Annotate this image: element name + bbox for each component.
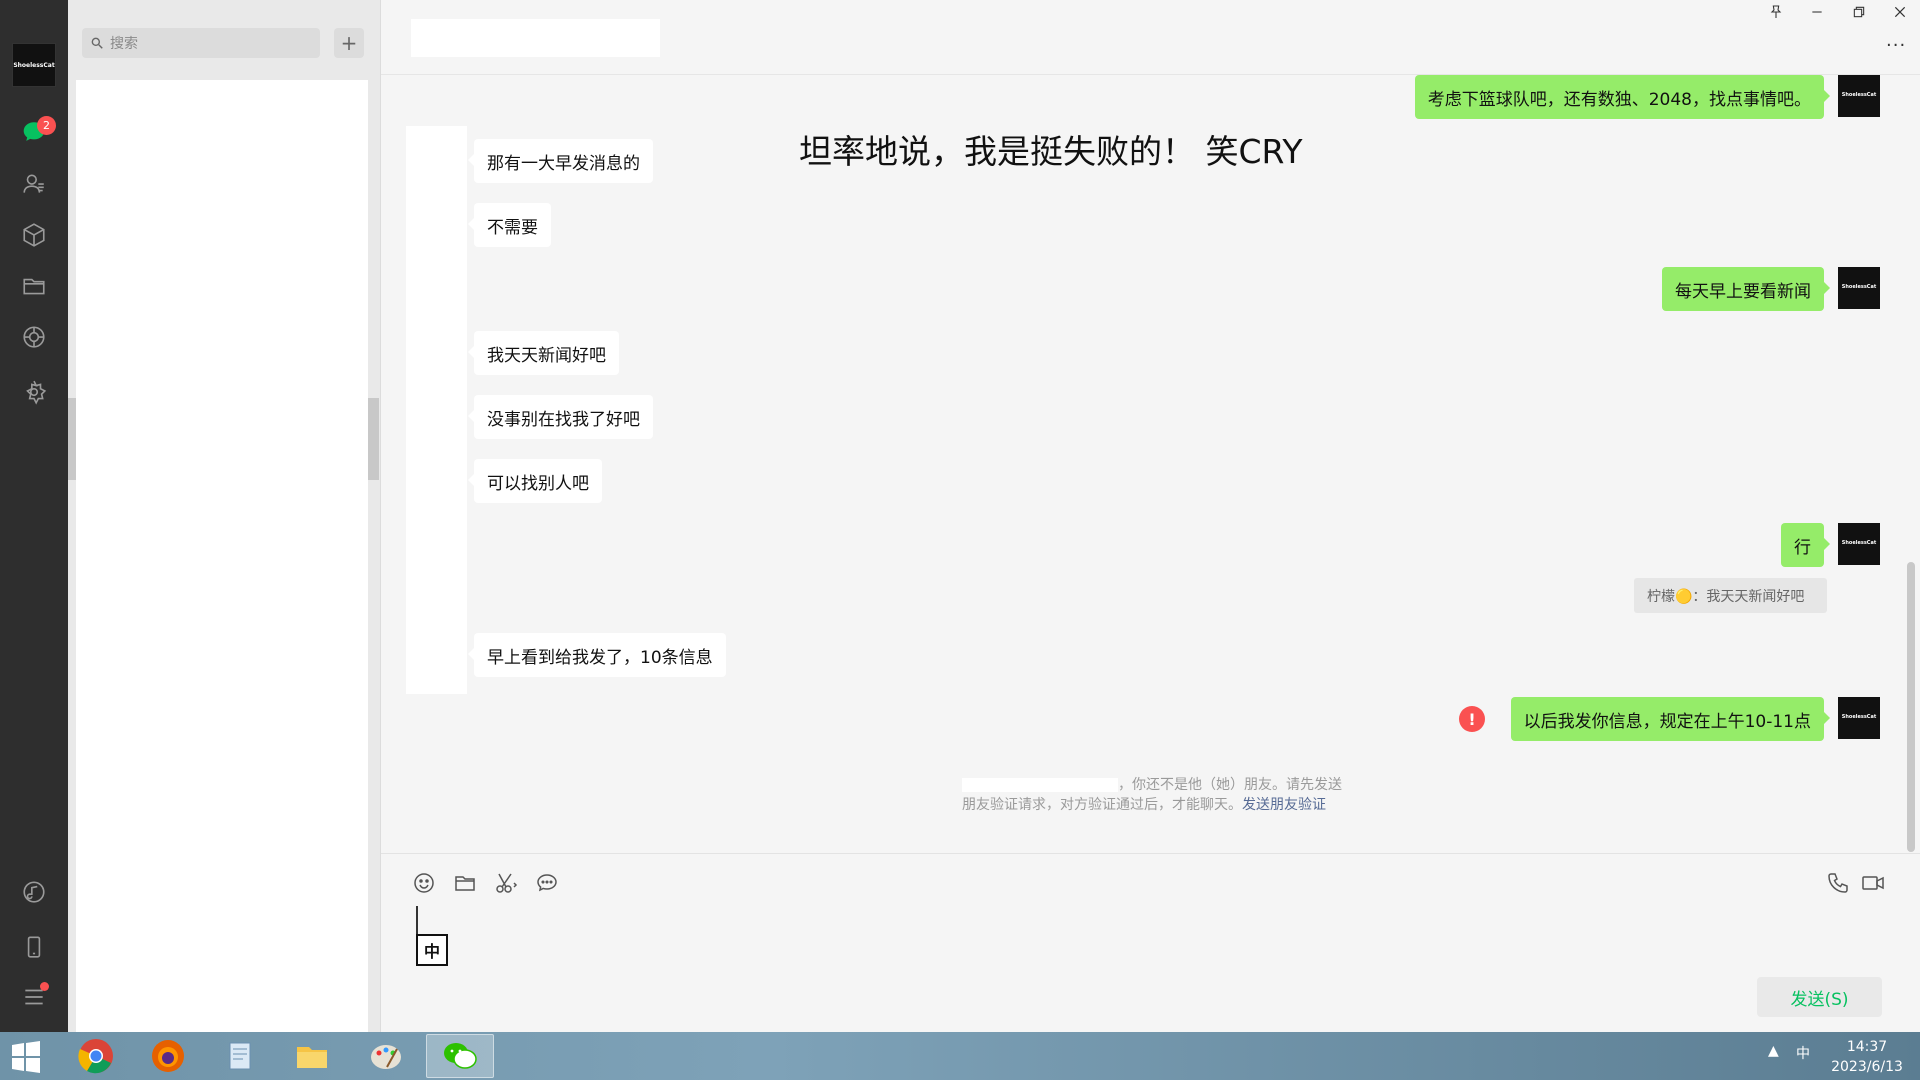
my-avatar-label: ShoelessCat	[1841, 540, 1877, 546]
message-incoming[interactable]: 没事别在找我了好吧	[468, 395, 653, 439]
my-avatar[interactable]: ShoelessCat	[1838, 267, 1880, 309]
taskbar: ▲ 中 14:37 2023/6/13	[0, 1032, 1920, 1080]
start-button[interactable]	[6, 1040, 46, 1074]
clock-time: 14:37	[1846, 1039, 1888, 1055]
message-outgoing[interactable]: 以后我发你信息，规定在上午10-11点	[1510, 697, 1831, 741]
emoji-icon[interactable]	[411, 870, 437, 896]
maximize-icon[interactable]	[1851, 4, 1867, 24]
search-icon	[91, 37, 103, 49]
chat-list-panel: 搜索 +	[68, 0, 381, 1032]
my-avatar[interactable]: ShoelessCat	[1838, 523, 1880, 565]
menu-notification-dot	[40, 982, 49, 991]
left-nav: ShoelessCat 2	[0, 0, 68, 1032]
phone-icon[interactable]	[20, 933, 48, 961]
system-notice: ，你还不是他（她）朋友。请先发送朋友验证请求，对方验证通过后，才能聊天。发送朋友…	[962, 775, 1352, 815]
redacted-name	[962, 778, 1118, 792]
screenshot-icon[interactable]	[493, 870, 519, 896]
unread-badge: 2	[37, 116, 56, 135]
input-divider	[381, 853, 1920, 854]
search-placeholder: 搜索	[110, 36, 138, 52]
tray-overflow-icon[interactable]: ▲	[1768, 1043, 1779, 1059]
send-failed-icon[interactable]: !	[1459, 706, 1485, 732]
avatar[interactable]: ShoelessCat	[12, 43, 56, 87]
voice-call-icon[interactable]	[1825, 870, 1851, 896]
message-outgoing[interactable]: 行	[1781, 523, 1830, 567]
text-cursor	[416, 906, 418, 934]
file-explorer-taskbar-icon[interactable]	[278, 1034, 346, 1078]
message-incoming[interactable]: 早上看到给我发了，10条信息	[468, 633, 726, 677]
list-scrollbar-left[interactable]	[68, 398, 76, 480]
firefox-taskbar-icon[interactable]	[134, 1034, 202, 1078]
mini-program-icon[interactable]	[20, 378, 48, 406]
message-incoming[interactable]: 那有一大早发消息的	[468, 139, 653, 183]
message-outgoing[interactable]: 考虑下篮球队吧，还有数独、2048，找点事情吧。	[1414, 75, 1831, 119]
folder-icon[interactable]	[20, 272, 48, 300]
notepad-taskbar-icon[interactable]	[206, 1034, 274, 1078]
message-outgoing[interactable]: 每天早上要看新闻	[1662, 267, 1830, 311]
wechat-window: ShoelessCat 2 搜索 + ··· 考虑下篮球队吧，还有数独、2048…	[0, 0, 1920, 1080]
windows-logo-icon	[12, 1041, 40, 1073]
my-avatar[interactable]: ShoelessCat	[1838, 75, 1880, 117]
add-button[interactable]: +	[334, 28, 364, 58]
minimize-icon[interactable]	[1809, 4, 1825, 24]
chrome-taskbar-icon[interactable]	[62, 1034, 130, 1078]
my-avatar-label: ShoelessCat	[1841, 92, 1877, 98]
wechat-taskbar-icon[interactable]	[426, 1034, 494, 1078]
list-scrollbar[interactable]	[368, 398, 379, 480]
message-incoming[interactable]: 可以找别人吧	[468, 459, 602, 503]
file-icon[interactable]	[452, 870, 478, 896]
contacts-icon[interactable]	[20, 170, 48, 198]
moments-icon[interactable]	[20, 323, 48, 351]
paint-taskbar-icon[interactable]	[352, 1034, 420, 1078]
video-call-icon[interactable]	[1860, 870, 1886, 896]
send-button[interactable]: 发送(S)	[1757, 977, 1882, 1017]
my-avatar-label: ShoelessCat	[1841, 284, 1877, 290]
send-verification-link[interactable]: 发送朋友验证	[1242, 797, 1326, 813]
chat-list[interactable]	[76, 80, 368, 1032]
clock[interactable]: 14:37 2023/6/13	[1822, 1037, 1912, 1077]
favorites-icon[interactable]	[20, 221, 48, 249]
taskbar-ime[interactable]: 中	[1796, 1043, 1810, 1063]
avatar-label: ShoelessCat	[13, 62, 55, 69]
chat-title	[411, 19, 660, 57]
chat-history-icon[interactable]	[534, 870, 560, 896]
quoted-message[interactable]: 柠檬🟡：我天天新闻好吧	[1634, 578, 1827, 613]
message-incoming[interactable]: 不需要	[468, 203, 551, 247]
more-options-button[interactable]: ···	[1886, 35, 1906, 56]
search-input[interactable]: 搜索	[82, 28, 320, 58]
friend-avatar-column	[406, 126, 467, 694]
overlay-caption: 坦率地说，我是挺失败的！ 笑CRY	[799, 132, 1303, 171]
pin-icon[interactable]	[1768, 4, 1784, 24]
message-incoming[interactable]: 我天天新闻好吧	[468, 331, 619, 375]
ime-indicator: 中	[416, 934, 448, 966]
my-avatar[interactable]: ShoelessCat	[1838, 697, 1880, 739]
chat-panel: ··· 考虑下篮球队吧，还有数独、2048，找点事情吧。 ShoelessCat…	[381, 0, 1920, 1032]
clock-date: 2023/6/13	[1831, 1059, 1903, 1075]
music-icon[interactable]	[20, 878, 48, 906]
my-avatar-label: ShoelessCat	[1841, 714, 1877, 720]
chat-scrollbar[interactable]	[1907, 562, 1915, 852]
close-icon[interactable]	[1892, 4, 1908, 24]
